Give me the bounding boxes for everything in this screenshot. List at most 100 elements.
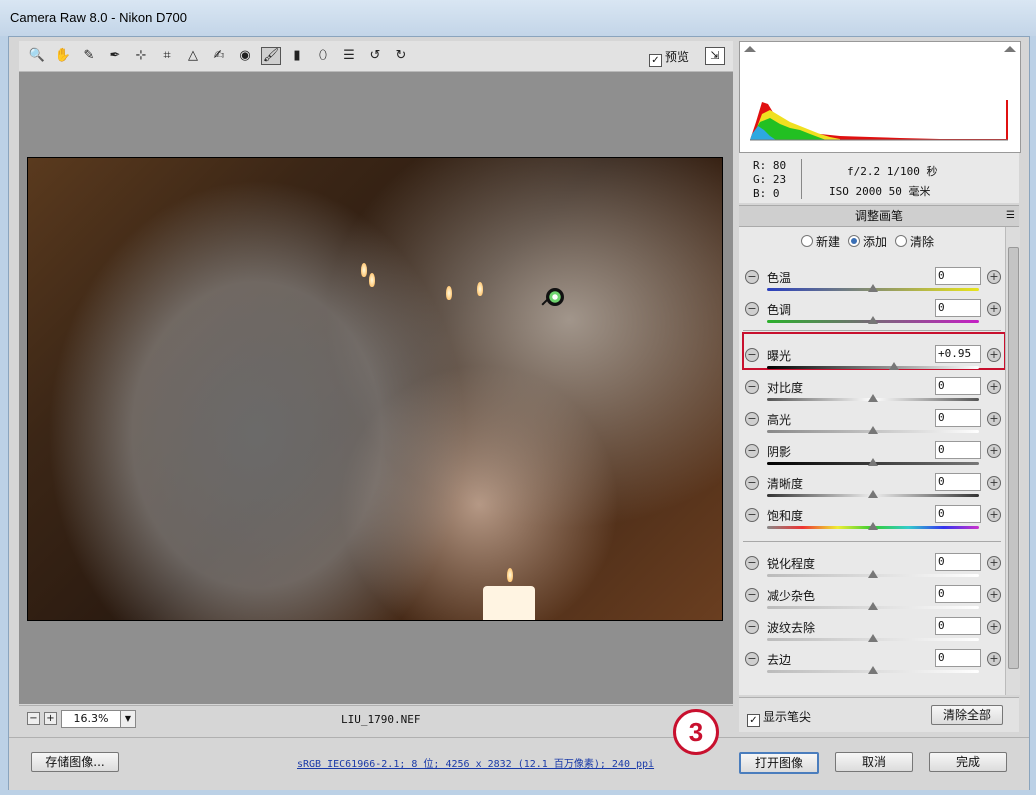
slider-knob[interactable] — [868, 602, 878, 610]
decrease-button[interactable]: − — [745, 556, 759, 570]
cancel-button[interactable]: 取消 — [835, 752, 913, 772]
clear-all-button[interactable]: 清除全部 — [931, 705, 1003, 725]
preview-checkbox[interactable]: ✓ 预览 — [649, 48, 689, 67]
slider-knob[interactable] — [868, 426, 878, 434]
slider-value-field[interactable]: 0 — [935, 473, 981, 491]
slider-value-field[interactable]: 0 — [935, 299, 981, 317]
increase-button[interactable]: + — [987, 652, 1001, 666]
slider-value-field[interactable]: 0 — [935, 617, 981, 635]
show-mask-tip-checkbox[interactable]: ✓ 显示笔尖 — [747, 708, 811, 727]
panel-title-text: 调整画笔 — [854, 209, 903, 223]
slider-value-field[interactable]: 0 — [935, 267, 981, 285]
save-image-button[interactable]: 存储图像... — [31, 752, 119, 772]
slider-value-field[interactable]: 0 — [935, 585, 981, 603]
adjustment-brush-panel: 新建 添加 清除 − 色温 0 + − 色调 0 + − 曝光 +0.95 + − 对比度 0 + − 高光 0 + − 阴影… — [739, 227, 1006, 695]
preferences-icon[interactable]: ☰ — [339, 47, 359, 65]
radio-option[interactable]: 清除 — [895, 233, 934, 250]
slider-track[interactable] — [767, 366, 979, 369]
increase-button[interactable]: + — [987, 412, 1001, 426]
increase-button[interactable]: + — [987, 348, 1001, 362]
decrease-button[interactable]: − — [745, 620, 759, 634]
pixel-info: R: 80 G: 23 B: 0 f/2.2 1/100 秒 ISO 2000 … — [739, 153, 1019, 203]
radio-option[interactable]: 添加 — [848, 233, 887, 250]
divider — [801, 159, 802, 199]
slider-label: 饱和度 — [767, 509, 804, 523]
histogram — [739, 41, 1021, 153]
panel-scrollbar[interactable] — [1005, 227, 1020, 695]
decrease-button[interactable]: − — [745, 476, 759, 490]
zoom-out-button[interactable]: − — [27, 712, 40, 725]
rotate-left-icon[interactable]: ↺ — [365, 47, 385, 65]
slider-value-field[interactable]: 0 — [935, 441, 981, 459]
slider-value-field[interactable]: +0.95 — [935, 345, 981, 363]
open-image-button[interactable]: 打开图像 — [739, 752, 819, 774]
increase-button[interactable]: + — [987, 556, 1001, 570]
slider-knob[interactable] — [889, 362, 900, 370]
preview-photo[interactable] — [27, 157, 723, 621]
spot-removal-tool-icon[interactable]: ✍ — [209, 47, 229, 65]
white-balance-tool-icon[interactable]: ✎ — [79, 47, 99, 65]
increase-button[interactable]: + — [987, 270, 1001, 284]
decrease-button[interactable]: − — [745, 508, 759, 522]
panel-menu-icon[interactable]: ☰ — [1006, 206, 1015, 226]
slider-knob[interactable] — [868, 458, 878, 466]
slider-knob[interactable] — [868, 316, 878, 324]
crop-tool-icon[interactable]: ⌗ — [157, 47, 177, 65]
slider-knob[interactable] — [868, 570, 878, 578]
candle — [483, 586, 535, 620]
step-number-badge: 3 — [673, 709, 719, 755]
show-tip-label: 显示笔尖 — [763, 710, 812, 724]
decrease-button[interactable]: − — [745, 444, 759, 458]
zoom-tool-icon[interactable]: 🔍 — [27, 47, 47, 65]
increase-button[interactable]: + — [987, 508, 1001, 522]
radial-filter-tool-icon[interactable]: ⬯ — [313, 47, 333, 65]
decrease-button[interactable]: − — [745, 412, 759, 426]
slider-label: 锐化程度 — [767, 557, 816, 571]
slider-value-field[interactable]: 0 — [935, 649, 981, 667]
increase-button[interactable]: + — [987, 302, 1001, 316]
adjustment-brush-tool-icon[interactable]: 🖌 — [261, 47, 281, 65]
adjustment-slider: − 去边 0 + — [739, 649, 1005, 681]
slider-value-field[interactable]: 0 — [935, 553, 981, 571]
increase-button[interactable]: + — [987, 380, 1001, 394]
increase-button[interactable]: + — [987, 444, 1001, 458]
scrollbar-thumb[interactable] — [1008, 247, 1019, 669]
increase-button[interactable]: + — [987, 476, 1001, 490]
slider-value-field[interactable]: 0 — [935, 505, 981, 523]
image-preview-area[interactable] — [19, 72, 733, 704]
straighten-tool-icon[interactable]: △ — [183, 47, 203, 65]
decrease-button[interactable]: − — [745, 380, 759, 394]
decrease-button[interactable]: − — [745, 302, 759, 316]
slider-knob[interactable] — [868, 394, 878, 402]
red-eye-removal-tool-icon[interactable]: ◉ — [235, 47, 255, 65]
slider-knob[interactable] — [868, 490, 878, 498]
decrease-button[interactable]: − — [745, 652, 759, 666]
rotate-right-icon[interactable]: ↻ — [391, 47, 411, 65]
radio-label: 新建 — [816, 235, 841, 249]
slider-knob[interactable] — [868, 634, 878, 642]
zoom-in-button[interactable]: + — [44, 712, 57, 725]
exposure-info: f/2.2 1/100 秒 — [847, 165, 938, 178]
radio-option[interactable]: 新建 — [801, 233, 840, 250]
targeted-adjustment-tool-icon[interactable]: ⊹ — [131, 47, 151, 65]
hand-tool-icon[interactable]: ✋ — [53, 47, 73, 65]
increase-button[interactable]: + — [987, 588, 1001, 602]
graduated-filter-tool-icon[interactable]: ▮ — [287, 47, 307, 65]
decrease-button[interactable]: − — [745, 588, 759, 602]
increase-button[interactable]: + — [987, 620, 1001, 634]
slider-knob[interactable] — [868, 666, 878, 674]
decrease-button[interactable]: − — [745, 270, 759, 284]
slider-knob[interactable] — [868, 522, 878, 530]
decrease-button[interactable]: − — [745, 348, 759, 362]
workflow-options-link[interactable]: sRGB IEC61966-2.1; 8 位; 4256 x 2832 (12.… — [297, 755, 654, 770]
slider-knob[interactable] — [868, 284, 878, 292]
zoom-level-field[interactable]: 16.3% — [61, 710, 121, 728]
slider-value-field[interactable]: 0 — [935, 377, 981, 395]
fullscreen-toggle-icon[interactable]: ⇲ — [705, 47, 725, 65]
slider-label: 高光 — [767, 413, 792, 427]
done-button[interactable]: 完成 — [929, 752, 1007, 772]
adjustment-slider: − 高光 0 + — [739, 409, 1005, 441]
slider-value-field[interactable]: 0 — [935, 409, 981, 427]
chevron-down-icon[interactable]: ▼ — [120, 710, 136, 728]
color-sampler-tool-icon[interactable]: ✒ — [105, 47, 125, 65]
